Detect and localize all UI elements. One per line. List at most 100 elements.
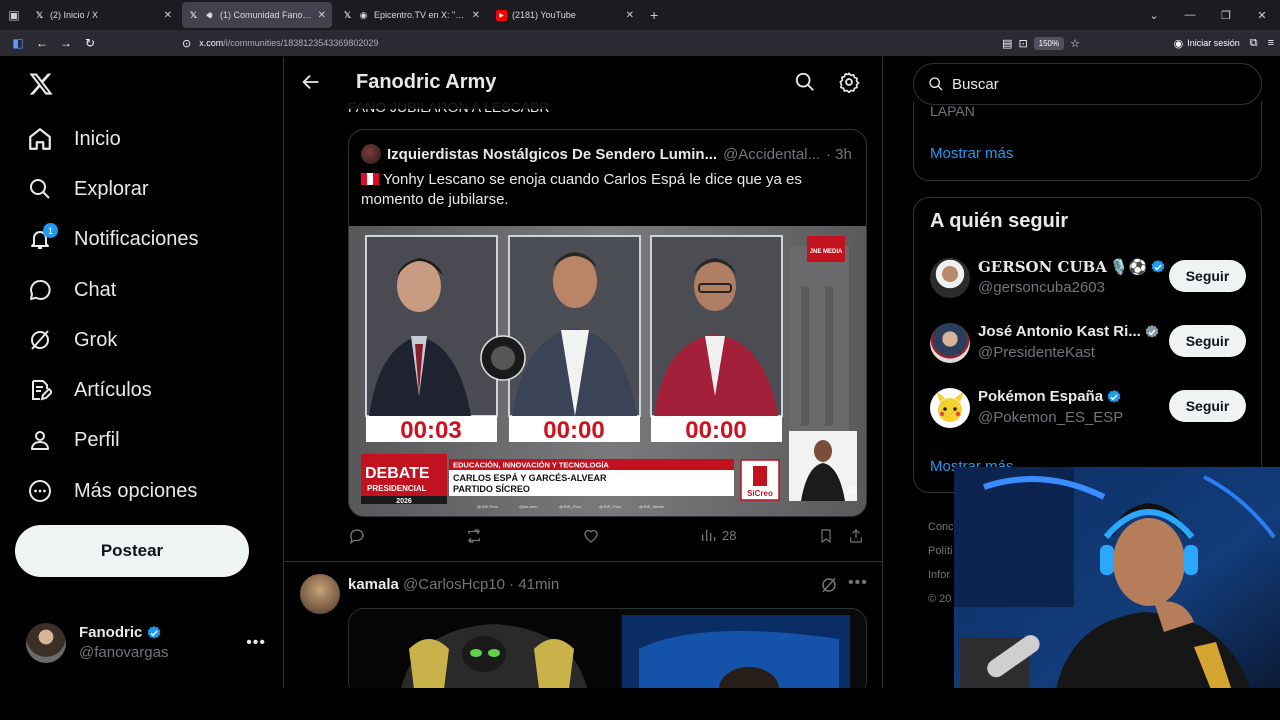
footer-link[interactable]: Conc [928, 515, 954, 539]
browser-tab[interactable]: ▶ (2181) YouTube ✕ [490, 2, 640, 28]
like-button[interactable] [582, 527, 600, 545]
sidebar-item-perfil[interactable]: Perfil [26, 426, 120, 454]
close-tab-icon[interactable]: ✕ [472, 10, 480, 21]
follow-button[interactable]: Seguir [1169, 260, 1246, 292]
close-tab-icon[interactable]: ✕ [164, 10, 172, 21]
post-author-name[interactable]: kamala [348, 576, 399, 593]
debate-topic: EDUCACIÓN, INNOVACIÓN Y TECNOLOGÍA [453, 461, 609, 470]
x-logo-icon[interactable] [28, 71, 54, 97]
verified-badge-icon [148, 626, 161, 639]
profile-name-row: Fanodric [79, 623, 168, 643]
speaker-icon[interactable]: ◉ [358, 10, 369, 21]
sidebar-item-explorar[interactable]: Explorar [26, 175, 148, 203]
debate-title: DEBATE [365, 465, 430, 482]
post-button[interactable]: Postear [15, 525, 249, 577]
site-info-icon[interactable]: ⊙ [182, 37, 191, 50]
follow-suggestion[interactable]: GERSON CUBA 🎙️⚽ @gersoncuba2603 Seguir [930, 258, 1246, 302]
verified-badge-icon [1145, 324, 1159, 338]
heart-icon [584, 529, 598, 543]
follow-button[interactable]: Seguir [1169, 390, 1246, 422]
bookmark-button[interactable] [818, 527, 834, 545]
browser-tab[interactable]: 𝕏 (2) Inicio / X ✕ [28, 2, 178, 28]
sidebar-item-label: Explorar [74, 177, 149, 200]
sidebar-item-mas-opciones[interactable]: Más opciones [26, 477, 197, 505]
sidebar-item-label: Notificaciones [74, 227, 199, 250]
back-arrow-icon[interactable] [300, 71, 322, 93]
video-media[interactable]: 00:03 00:00 00:00 JNE MEDIA 16 DEBATE PR… [349, 226, 866, 516]
post-media[interactable] [348, 608, 867, 688]
sidebar-item-chat[interactable]: Chat [26, 276, 116, 304]
close-window-icon[interactable]: ✕ [1244, 9, 1280, 22]
repost-icon [467, 528, 481, 544]
search-input[interactable] [952, 75, 1252, 93]
article-icon [26, 376, 54, 404]
debate-subtitle: PRESIDENCIAL [367, 484, 427, 493]
sidebar-item-grok[interactable]: Grok [26, 326, 117, 354]
sidebar-item-articulos[interactable]: Artículos [26, 376, 152, 404]
reload-icon[interactable]: ↻ [78, 36, 102, 50]
reader-view-icon[interactable]: ▤ [1002, 37, 1012, 50]
follow-suggestion[interactable]: Pokémon España @Pokemon_ES_ESP Seguir [930, 388, 1246, 432]
repost-button[interactable] [465, 527, 483, 545]
tab-overview-icon[interactable]: ▣ [0, 0, 28, 30]
restore-icon[interactable]: ❐ [1208, 9, 1244, 22]
screenshot-icon[interactable]: ⊡ [1018, 37, 1027, 50]
share-button[interactable] [848, 527, 864, 545]
debate-video-frame: 00:03 00:00 00:00 JNE MEDIA 16 DEBATE PR… [349, 226, 866, 516]
close-tab-icon[interactable]: ✕ [626, 10, 634, 21]
url-bar[interactable]: ⊙ x.com/i/communities/183812354336980202… [176, 33, 1080, 53]
views-button[interactable]: 28 [700, 527, 736, 543]
more-dots-icon[interactable]: ••• [848, 574, 868, 592]
sidebar-item-inicio[interactable]: Inicio [26, 125, 121, 153]
search-icon[interactable] [794, 71, 816, 93]
sidebar-item-notificaciones[interactable]: 1 Notificaciones [26, 223, 199, 253]
minimize-icon[interactable]: — [1172, 9, 1208, 21]
new-tab-icon[interactable]: + [650, 7, 658, 23]
footer-link[interactable]: Infor [928, 563, 954, 587]
bookmark-star-icon[interactable]: ☆ [1070, 37, 1080, 50]
suggestion-handle: @gersoncuba2603 [978, 279, 1105, 296]
suggestion-name-row: GERSON CUBA 🎙️⚽ [978, 258, 1166, 276]
social-handle: @JNE_Peru [599, 504, 621, 509]
grok-icon[interactable] [820, 576, 838, 594]
profile-names: Fanodric @fanovargas [79, 623, 168, 663]
left-sidebar: Inicio Explorar 1 Notificaciones Chat Gr… [0, 57, 283, 688]
gear-icon[interactable] [838, 71, 860, 93]
more-dots-icon[interactable]: ••• [246, 634, 266, 652]
extensions-icon[interactable]: ⧉ [1250, 37, 1258, 50]
streamer-facecam [954, 467, 1280, 702]
candidate-name: CARLOS ESPÁ Y GARCÉS-ALVEAR [453, 473, 607, 483]
avatar[interactable] [300, 574, 340, 614]
post-author-handle[interactable]: @CarlosHcp10 [403, 576, 505, 593]
zoom-level[interactable]: 150% [1033, 36, 1065, 50]
quoted-post-body: Yonhy Lescano se enoja cuando Carlos Esp… [361, 171, 802, 208]
browser-tab-active[interactable]: 𝕏 🔊︎ (1) Comunidad Fanodric Ar ✕ [182, 2, 332, 28]
reply-button[interactable] [348, 527, 366, 545]
show-more-link[interactable]: Mostrar más [930, 145, 1013, 162]
account-switcher[interactable]: Fanodric @fanovargas ••• [26, 621, 266, 665]
follow-button[interactable]: Seguir [1169, 325, 1246, 357]
close-tab-icon[interactable]: ✕ [318, 10, 326, 21]
sidebar-toggle-icon[interactable]: ◧ [6, 36, 30, 50]
tab-title: Epicentro.TV en X: "#Debat [374, 10, 467, 20]
quoted-author-handle[interactable]: @Accidental... [723, 146, 820, 163]
browser-tab[interactable]: 𝕏 ◉ Epicentro.TV en X: "#Debat ✕ [336, 2, 486, 28]
search-icon [26, 175, 54, 203]
account-button[interactable]: ◉ Iniciar sesión [1174, 37, 1240, 50]
search-box[interactable] [913, 63, 1262, 105]
menu-icon[interactable]: ≡ [1268, 37, 1274, 49]
avatar [930, 388, 970, 428]
chat-bubble-icon [26, 276, 54, 304]
trend-item-partial[interactable]: LAPAN [930, 103, 975, 119]
tab-list-chevron-icon[interactable]: ⌄ [1136, 9, 1172, 22]
back-icon[interactable]: ← [30, 36, 54, 50]
quoted-author-name[interactable]: Izquierdistas Nostálgicos De Sendero Lum… [387, 146, 717, 163]
sidebar-item-label: Chat [74, 278, 117, 301]
views-chart-icon [702, 529, 716, 541]
follow-suggestion[interactable]: José Antonio Kast Ri... @PresidenteKast … [930, 323, 1246, 367]
forward-icon[interactable]: → [54, 36, 78, 50]
bell-icon: 1 [26, 223, 58, 253]
quoted-post[interactable]: Izquierdistas Nostálgicos De Sendero Lum… [348, 129, 867, 517]
speaker-icon[interactable]: 🔊︎ [204, 10, 215, 21]
footer-link[interactable]: Políti [928, 539, 954, 563]
